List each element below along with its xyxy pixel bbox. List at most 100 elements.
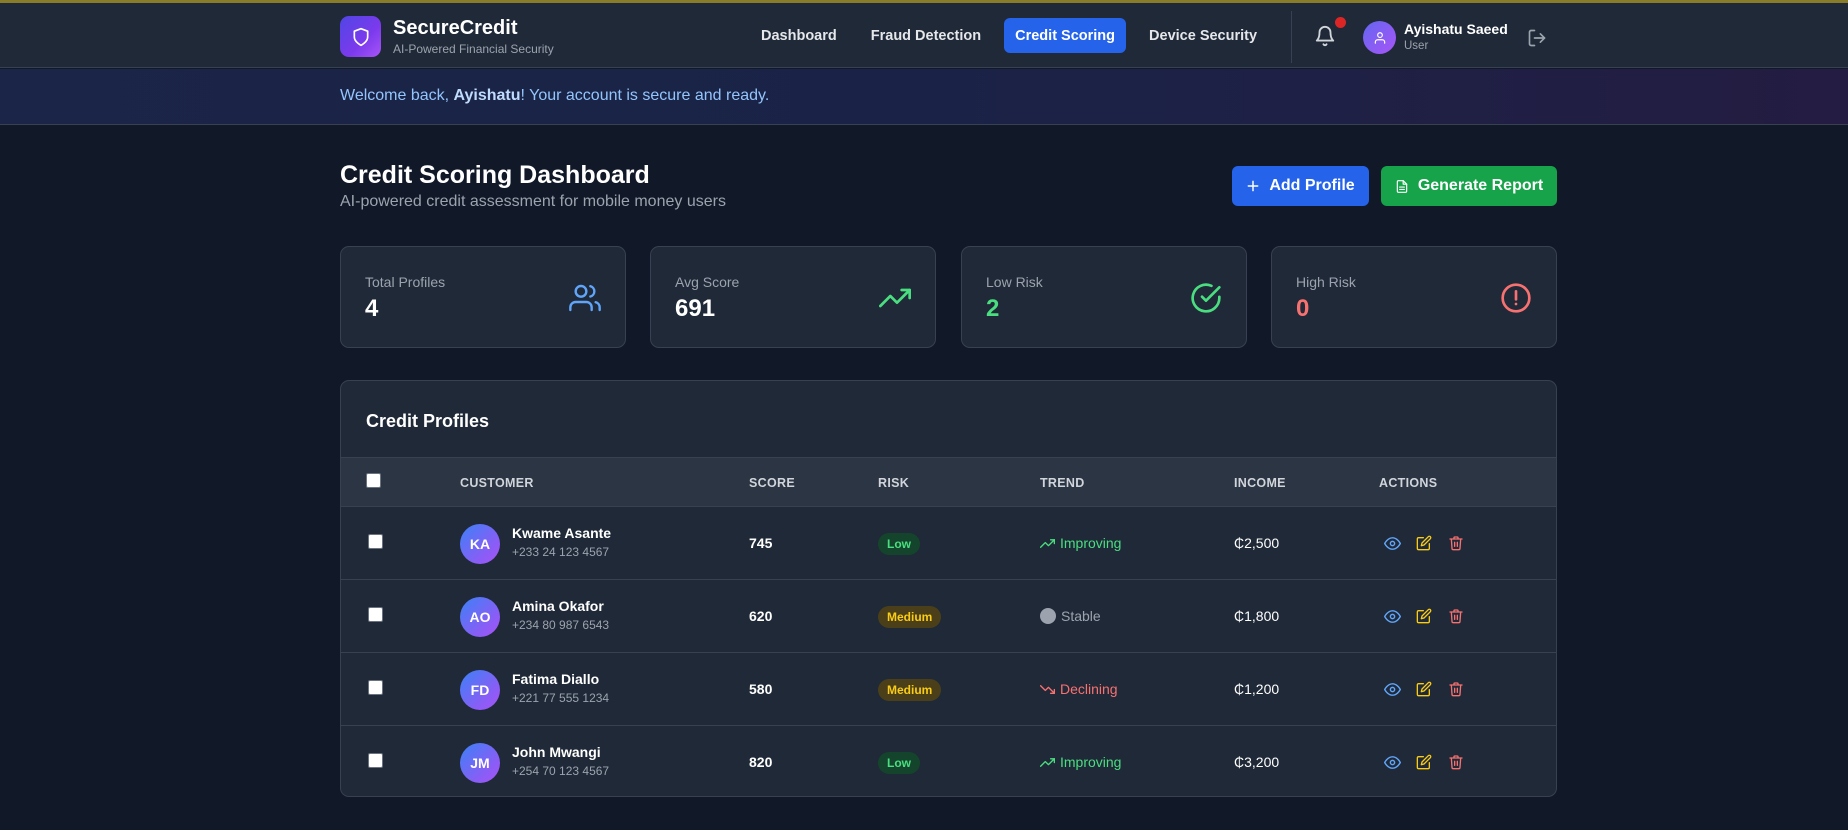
navbar: SecureCredit AI-Powered Financial Securi… [0, 3, 1848, 68]
risk-badge: Medium [878, 606, 942, 628]
row-actions [1383, 753, 1479, 771]
stat-card-high-risk: High Risk 0 [1271, 246, 1557, 348]
check-circle-icon [1190, 282, 1222, 314]
row-actions [1383, 607, 1479, 625]
brand[interactable]: SecureCredit AI-Powered Financial Securi… [340, 16, 554, 57]
stat-label: Low Risk [986, 274, 1043, 290]
row-actions [1383, 680, 1479, 698]
brand-tagline: AI-Powered Financial Security [393, 42, 554, 56]
user-name: Ayishatu Saeed [1404, 21, 1508, 37]
add-profile-button[interactable]: Add Profile [1232, 166, 1369, 206]
trend-label: Stable [1061, 608, 1101, 624]
nav-divider [1291, 11, 1292, 63]
income: ₵1,800 [1234, 608, 1280, 624]
plus-icon [1247, 180, 1259, 192]
credit-score: 820 [749, 754, 773, 770]
trash-icon[interactable] [1447, 680, 1465, 698]
avatar: AO [460, 597, 500, 637]
table-row[interactable]: AO Amina Okafor +234 80 987 6543 620 Med… [341, 579, 1556, 652]
table-title: Credit Profiles [366, 411, 490, 431]
column-trend: TREND [1040, 476, 1085, 490]
select-all-checkbox[interactable] [366, 473, 381, 488]
page-subtitle: AI-powered credit assessment for mobile … [340, 193, 726, 210]
table-row[interactable]: KA Kwame Asante +233 24 123 4567 745 Low… [341, 506, 1556, 579]
customer-phone: +254 70 123 4567 [512, 764, 610, 778]
trend-label: Improving [1060, 535, 1122, 551]
table-row[interactable]: FD Fatima Diallo +221 77 555 1234 580 Me… [341, 652, 1556, 725]
risk-badge: Low [878, 533, 920, 555]
trend-indicator: Stable [1040, 608, 1101, 624]
trending-up-icon [1040, 757, 1055, 767]
row-actions [1383, 534, 1479, 552]
generate-report-button[interactable]: Generate Report [1381, 166, 1557, 206]
logout-icon[interactable] [1527, 28, 1549, 50]
stable-dot-icon [1040, 608, 1056, 624]
avatar: JM [460, 743, 500, 783]
view-icon[interactable] [1383, 753, 1401, 771]
trending-up-icon [879, 282, 911, 314]
stat-label: Total Profiles [365, 274, 446, 290]
stat-label: Avg Score [675, 274, 740, 290]
credit-score: 580 [749, 681, 773, 697]
row-checkbox[interactable] [368, 534, 383, 549]
page-title: Credit Scoring Dashboard [340, 161, 650, 189]
nav-dashboard[interactable]: Dashboard [750, 18, 848, 53]
customer-phone: +233 24 123 4567 [512, 545, 610, 559]
stat-label: High Risk [1296, 274, 1356, 290]
user-menu[interactable]: Ayishatu Saeed User [1363, 21, 1508, 54]
trash-icon[interactable] [1447, 607, 1465, 625]
welcome-suffix: ! Your account is secure and ready. [520, 87, 770, 104]
income: ₵1,200 [1234, 681, 1280, 697]
trending-up-icon [1040, 538, 1055, 548]
risk-badge: Medium [878, 679, 942, 701]
stat-card-low-risk: Low Risk 2 [961, 246, 1247, 348]
edit-icon[interactable] [1415, 680, 1433, 698]
row-checkbox[interactable] [368, 607, 383, 622]
credit-profiles-table: Credit Profiles CUSTOMER SCORE RISK TREN… [340, 380, 1557, 797]
trend-indicator: Declining [1040, 681, 1118, 697]
edit-icon[interactable] [1415, 607, 1433, 625]
row-checkbox[interactable] [368, 753, 383, 768]
user-role: User [1404, 40, 1429, 52]
column-risk: RISK [878, 476, 910, 490]
alert-circle-icon [1500, 282, 1532, 314]
customer-name: Kwame Asante [512, 525, 612, 541]
credit-score: 620 [749, 608, 773, 624]
trash-icon[interactable] [1447, 753, 1465, 771]
table-header: CUSTOMER SCORE RISK TREND INCOME ACTIONS [341, 457, 1556, 506]
edit-icon[interactable] [1415, 753, 1433, 771]
stat-value: 4 [365, 295, 379, 322]
table-row[interactable]: JM John Mwangi +254 70 123 4567 820 Low … [341, 725, 1556, 796]
customer-phone: +234 80 987 6543 [512, 618, 610, 632]
trend-label: Declining [1060, 681, 1118, 697]
notification-dot [1335, 17, 1346, 28]
nav-credit-scoring[interactable]: Credit Scoring [1004, 18, 1127, 53]
view-icon[interactable] [1383, 607, 1401, 625]
column-actions: ACTIONS [1379, 476, 1438, 490]
stat-value: 0 [1296, 295, 1310, 322]
view-icon[interactable] [1383, 680, 1401, 698]
welcome-banner: Welcome back, Ayishatu! Your account is … [0, 69, 1848, 125]
stat-value: 2 [986, 295, 1000, 322]
view-icon[interactable] [1383, 534, 1401, 552]
income: ₵3,200 [1234, 754, 1280, 770]
income: ₵2,500 [1234, 535, 1280, 551]
row-checkbox[interactable] [368, 680, 383, 695]
avatar: KA [460, 524, 500, 564]
risk-badge: Low [878, 752, 920, 774]
bell-icon[interactable] [1314, 25, 1338, 49]
nav-device-security[interactable]: Device Security [1138, 18, 1268, 53]
customer-name: Fatima Diallo [512, 671, 600, 687]
stat-card-total-profiles: Total Profiles 4 [340, 246, 626, 348]
column-customer: CUSTOMER [460, 476, 534, 490]
generate-report-label: Generate Report [1417, 177, 1544, 194]
welcome-user-name: Ayishatu [453, 87, 521, 104]
main-nav: Dashboard Fraud Detection Credit Scoring… [750, 18, 1280, 53]
trash-icon[interactable] [1447, 534, 1465, 552]
trending-down-icon [1040, 684, 1055, 694]
nav-fraud-detection[interactable]: Fraud Detection [860, 18, 992, 53]
file-text-icon [1396, 179, 1408, 193]
customer-phone: +221 77 555 1234 [512, 691, 610, 705]
edit-icon[interactable] [1415, 534, 1433, 552]
credit-score: 745 [749, 535, 773, 551]
